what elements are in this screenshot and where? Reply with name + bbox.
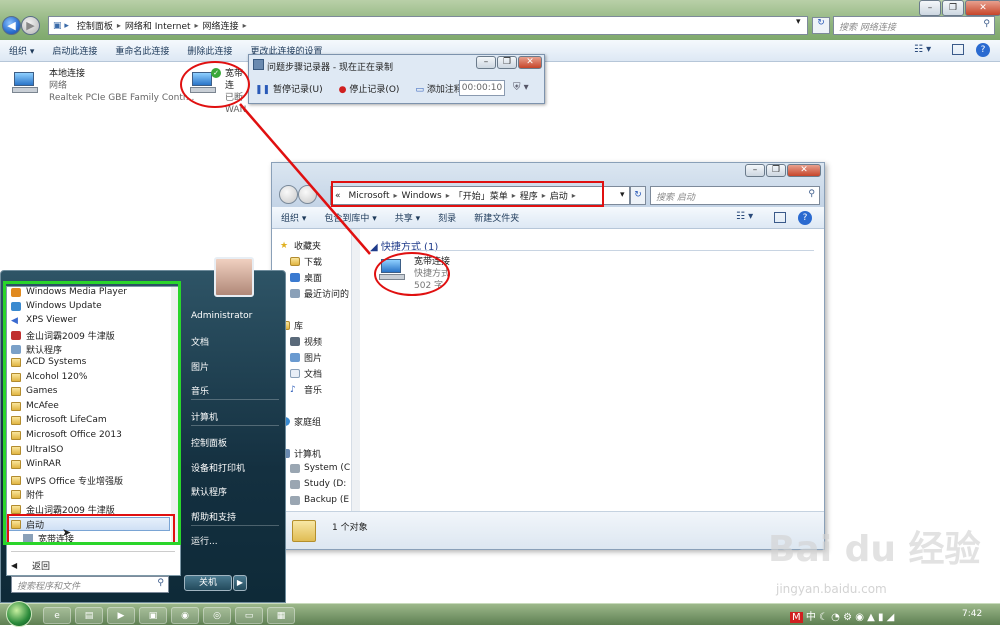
ie-icon[interactable]: e — [43, 607, 71, 624]
browser-icon[interactable]: ◎ — [203, 607, 231, 624]
network-icon[interactable]: ▦ — [267, 607, 295, 624]
start-button[interactable] — [6, 601, 32, 627]
annotation-line — [239, 103, 371, 255]
clock[interactable]: 7:42 — [962, 609, 982, 619]
taskbar: e ▤ ▶ ▣ ◉ ◎ ▭ ▦ M 中 ☾ ◔ ⚙ ◉ ▲ ▮ ◢ 7:42 — [0, 601, 1000, 627]
explorer-icon[interactable]: ▤ — [75, 607, 103, 624]
window-icon[interactable]: ▭ — [235, 607, 263, 624]
ime-logo-icon[interactable]: M — [790, 612, 803, 623]
mouse-cursor-icon: ➤ — [62, 526, 72, 539]
watermark-brand: Bai du 经验 — [768, 529, 981, 570]
media-icon[interactable]: ▶ — [107, 607, 135, 624]
watermark-url: jingyan.baidu.com — [776, 582, 887, 596]
ime-language[interactable]: 中 — [806, 612, 816, 623]
moon-icon[interactable]: ☾ — [819, 612, 828, 623]
office-icon[interactable]: ▣ — [139, 607, 167, 624]
tray-misc-icon[interactable]: ◔ ⚙ ◉ ▲ ▮ ◢ — [831, 612, 894, 623]
qq-icon[interactable]: ◉ — [171, 607, 199, 624]
tray-icons: M 中 ☾ ◔ ⚙ ◉ ▲ ▮ ◢ — [790, 608, 894, 623]
